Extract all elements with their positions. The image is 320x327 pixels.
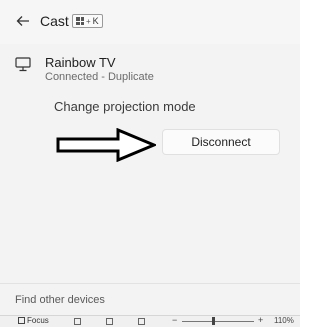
cast-header: Cast + K bbox=[0, 0, 300, 44]
back-button[interactable] bbox=[12, 10, 34, 32]
status-bar: Focus − + 110% bbox=[0, 315, 300, 327]
zoom-out-button[interactable]: − bbox=[172, 316, 177, 325]
view-read-icon[interactable] bbox=[74, 318, 81, 325]
zoom-slider-thumb[interactable] bbox=[212, 317, 215, 325]
view-web-icon[interactable] bbox=[138, 318, 145, 325]
pointer-arrow-icon bbox=[56, 128, 156, 162]
find-other-devices-link[interactable]: Find other devices bbox=[15, 294, 105, 306]
zoom-slider-track[interactable] bbox=[182, 321, 254, 322]
device-name: Rainbow TV bbox=[45, 55, 116, 70]
zoom-level[interactable]: 110% bbox=[274, 316, 294, 325]
focus-label: Focus bbox=[27, 316, 49, 325]
change-projection-mode-link[interactable]: Change projection mode bbox=[54, 99, 196, 114]
page-title: Cast bbox=[40, 13, 69, 29]
device-status: Connected - Duplicate bbox=[45, 71, 154, 83]
footer-divider bbox=[0, 283, 300, 284]
disconnect-button[interactable]: Disconnect bbox=[162, 129, 280, 155]
shortcut-hint: + K bbox=[72, 14, 103, 28]
back-arrow-icon bbox=[16, 16, 29, 26]
focus-icon bbox=[18, 317, 25, 324]
view-print-icon[interactable] bbox=[106, 318, 113, 325]
windows-key-icon bbox=[76, 17, 84, 25]
monitor-icon bbox=[15, 57, 31, 72]
shortcut-key: K bbox=[92, 16, 99, 26]
zoom-in-button[interactable]: + bbox=[258, 316, 263, 325]
shortcut-plus: + bbox=[86, 16, 91, 26]
cast-panel: Cast + K Rainbow TV Connected - Duplicat… bbox=[0, 0, 300, 327]
focus-button[interactable]: Focus bbox=[18, 316, 49, 325]
